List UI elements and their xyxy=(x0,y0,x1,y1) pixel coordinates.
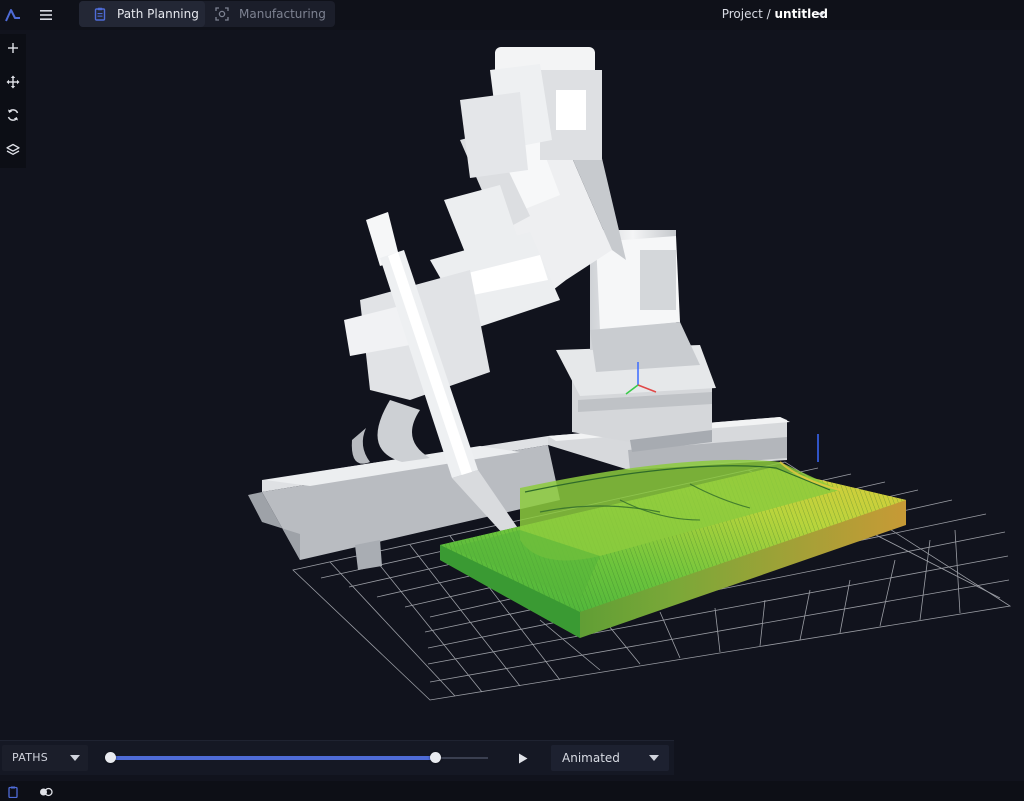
clipboard-icon[interactable] xyxy=(7,786,19,798)
app-logo-icon xyxy=(5,9,20,22)
project-prefix: Project / xyxy=(721,7,771,21)
playback-mode-dropdown[interactable]: Animated xyxy=(551,745,669,771)
playback-controls: PATHS Animated xyxy=(0,740,674,775)
chevron-down-icon[interactable] xyxy=(815,8,827,20)
slider-end-thumb[interactable] xyxy=(429,752,441,763)
playback-mode-label: Animated xyxy=(562,751,620,765)
robot-cell-icon xyxy=(215,7,229,21)
move-icon[interactable] xyxy=(3,72,23,92)
tab-manufacturing-label: Manufacturing xyxy=(239,7,326,21)
tab-path-planning-label: Path Planning xyxy=(117,7,199,21)
path-range-slider[interactable] xyxy=(104,749,494,767)
add-icon[interactable] xyxy=(3,38,23,58)
mode-tabs: Path Planning Manufacturing xyxy=(79,1,335,27)
toggle-icon[interactable] xyxy=(39,786,53,798)
app-root: Path Planning Manufacturing Project / un… xyxy=(0,0,1024,801)
top-bar: Path Planning Manufacturing Project / un… xyxy=(0,0,1024,30)
caret-down-icon xyxy=(649,755,659,761)
caret-down-icon xyxy=(70,755,80,761)
project-title[interactable]: Project / untitled xyxy=(722,7,828,21)
play-icon xyxy=(519,753,528,763)
paths-dropdown-label: PATHS xyxy=(12,751,49,764)
clipboard-icon xyxy=(93,7,107,21)
tab-manufacturing[interactable]: Manufacturing xyxy=(205,1,335,27)
tab-path-planning[interactable]: Path Planning xyxy=(79,1,205,27)
menu-icon[interactable] xyxy=(36,5,56,25)
rotate-icon[interactable] xyxy=(3,105,23,125)
play-button[interactable] xyxy=(515,750,531,766)
slider-start-thumb[interactable] xyxy=(104,752,116,763)
status-bar xyxy=(0,781,1024,801)
layers-icon[interactable] xyxy=(3,140,23,160)
slider-fill xyxy=(110,756,436,760)
paths-dropdown[interactable]: PATHS xyxy=(2,745,88,771)
left-toolbar xyxy=(0,34,26,168)
3d-viewport[interactable] xyxy=(26,30,1024,738)
